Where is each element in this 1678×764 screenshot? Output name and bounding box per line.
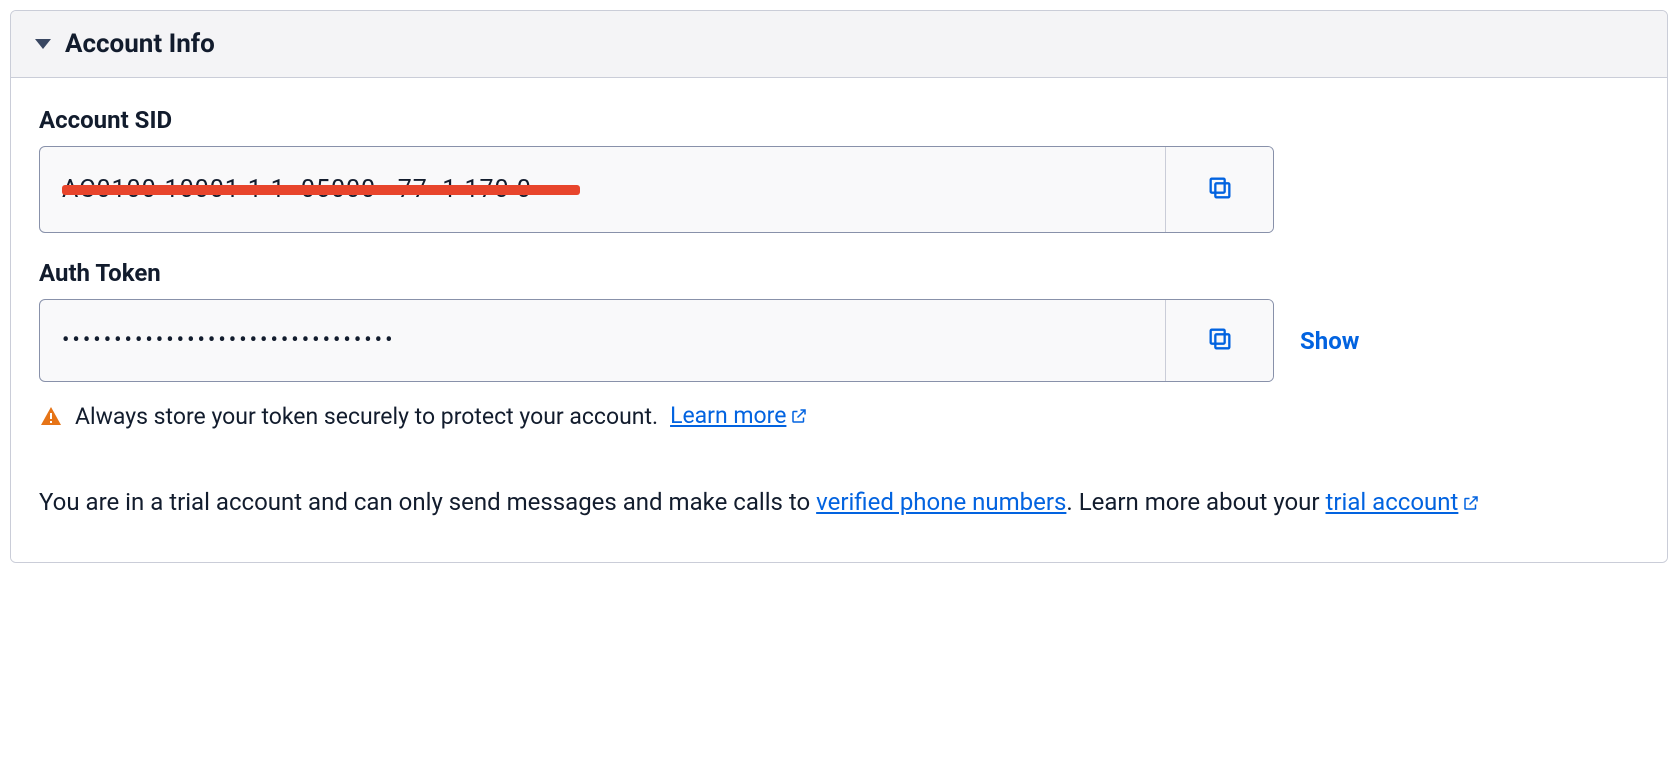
panel-title: Account Info	[65, 29, 215, 59]
trial-note: You are in a trial account and can only …	[39, 481, 1639, 526]
copy-auth-token-button[interactable]	[1165, 300, 1273, 381]
account-info-panel: Account Info Account SID	[10, 10, 1668, 563]
external-link-icon	[1462, 483, 1480, 526]
trial-account-link[interactable]: trial account	[1326, 488, 1481, 516]
auth-token-label: Auth Token	[39, 259, 1639, 287]
show-token-button[interactable]: Show	[1300, 327, 1359, 355]
auth-token-input-group	[39, 299, 1274, 382]
auth-token-row: Show	[39, 299, 1639, 382]
account-sid-input-group	[39, 146, 1274, 233]
copy-account-sid-button[interactable]	[1165, 147, 1273, 232]
copy-icon	[1206, 325, 1234, 357]
auth-token-field[interactable]	[40, 300, 1165, 381]
copy-icon	[1206, 174, 1234, 206]
token-warning: Always store your token securely to prot…	[39, 402, 1639, 431]
warning-text: Always store your token securely to prot…	[75, 403, 658, 430]
verified-numbers-link[interactable]: verified phone numbers	[816, 488, 1066, 516]
collapse-toggle-icon[interactable]	[35, 39, 51, 49]
learn-more-link[interactable]: Learn more	[670, 402, 808, 431]
account-sid-row	[39, 146, 1639, 233]
account-sid-field[interactable]	[40, 147, 1165, 232]
trial-text-prefix: You are in a trial account and can only …	[39, 488, 816, 516]
external-link-icon	[790, 404, 808, 431]
account-sid-label: Account SID	[39, 106, 1639, 134]
panel-header: Account Info	[11, 11, 1667, 78]
panel-body: Account SID Auth Token	[11, 78, 1667, 562]
trial-text-middle: . Learn more about your	[1066, 488, 1325, 516]
warning-icon	[39, 405, 63, 429]
